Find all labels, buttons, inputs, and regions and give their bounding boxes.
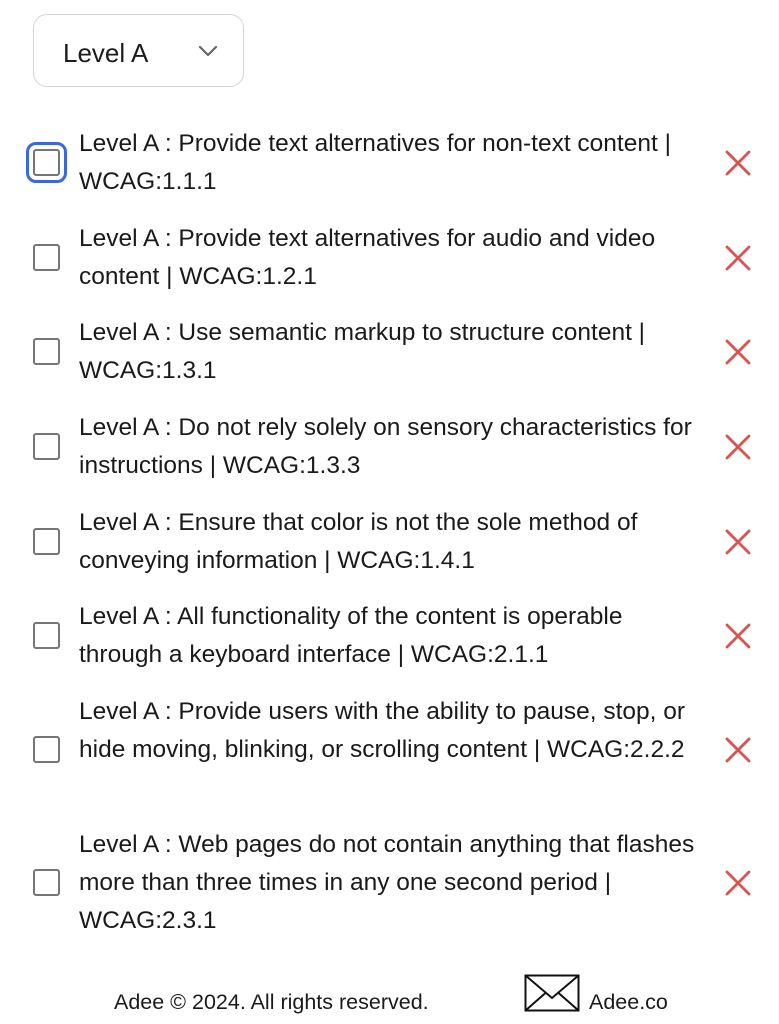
item-checkbox[interactable] bbox=[33, 338, 60, 365]
close-icon[interactable] bbox=[724, 736, 752, 764]
checklist-item: Level A : Ensure that color is not the s… bbox=[0, 503, 779, 583]
item-text: Level A : Provide users with the ability… bbox=[79, 698, 686, 763]
page: Level A Level A : Provide text alternati… bbox=[0, 0, 779, 1024]
close-icon[interactable] bbox=[724, 433, 752, 461]
item-checkbox[interactable] bbox=[33, 528, 60, 555]
item-checkbox[interactable] bbox=[26, 142, 67, 183]
close-icon[interactable] bbox=[724, 869, 752, 897]
item-checkbox[interactable] bbox=[33, 433, 60, 460]
item-text: Level A : Ensure that color is not the s… bbox=[79, 509, 638, 574]
close-icon[interactable] bbox=[724, 528, 752, 556]
checklist-item: Level A : Provide users with the ability… bbox=[0, 692, 779, 810]
checklist-item: Level A : All functionality of the conte… bbox=[0, 597, 779, 677]
level-filter-value: Level A bbox=[63, 38, 149, 68]
item-text: Level A : Provide text alternatives for … bbox=[79, 130, 671, 195]
item-text: Level A : Do not rely solely on sensory … bbox=[79, 414, 692, 479]
close-icon[interactable] bbox=[724, 338, 752, 366]
close-icon[interactable] bbox=[724, 149, 752, 177]
checklist-item: Level A : Provide text alternatives for … bbox=[0, 219, 779, 299]
item-text: Level A : Use semantic markup to structu… bbox=[79, 319, 646, 384]
checklist-item: Level A : Use semantic markup to structu… bbox=[0, 313, 779, 393]
close-icon[interactable] bbox=[724, 622, 752, 650]
checklist-item: Level A : Provide text alternatives for … bbox=[0, 124, 779, 204]
close-icon[interactable] bbox=[724, 244, 752, 272]
level-filter-dropdown[interactable]: Level A bbox=[33, 14, 244, 87]
copyright-text: Adee © 2024. All rights reserved. bbox=[114, 990, 429, 1014]
footer-link-label: Adee.co bbox=[589, 990, 668, 1014]
chevron-down-icon bbox=[198, 45, 218, 57]
item-checkbox[interactable] bbox=[33, 244, 60, 271]
item-text: Level A : All functionality of the conte… bbox=[79, 603, 623, 668]
footer: Adee © 2024. All rights reserved. Adee.c… bbox=[0, 970, 779, 1024]
item-text: Level A : Web pages do not contain anyth… bbox=[79, 831, 695, 934]
checklist-item: Level A : Do not rely solely on sensory … bbox=[0, 408, 779, 488]
item-checkbox[interactable] bbox=[33, 622, 60, 649]
envelope-icon bbox=[524, 974, 580, 1012]
item-checkbox[interactable] bbox=[33, 736, 60, 763]
item-checkbox[interactable] bbox=[33, 869, 60, 896]
checklist-item: Level A : Web pages do not contain anyth… bbox=[0, 825, 779, 943]
item-text: Level A : Provide text alternatives for … bbox=[79, 225, 656, 290]
